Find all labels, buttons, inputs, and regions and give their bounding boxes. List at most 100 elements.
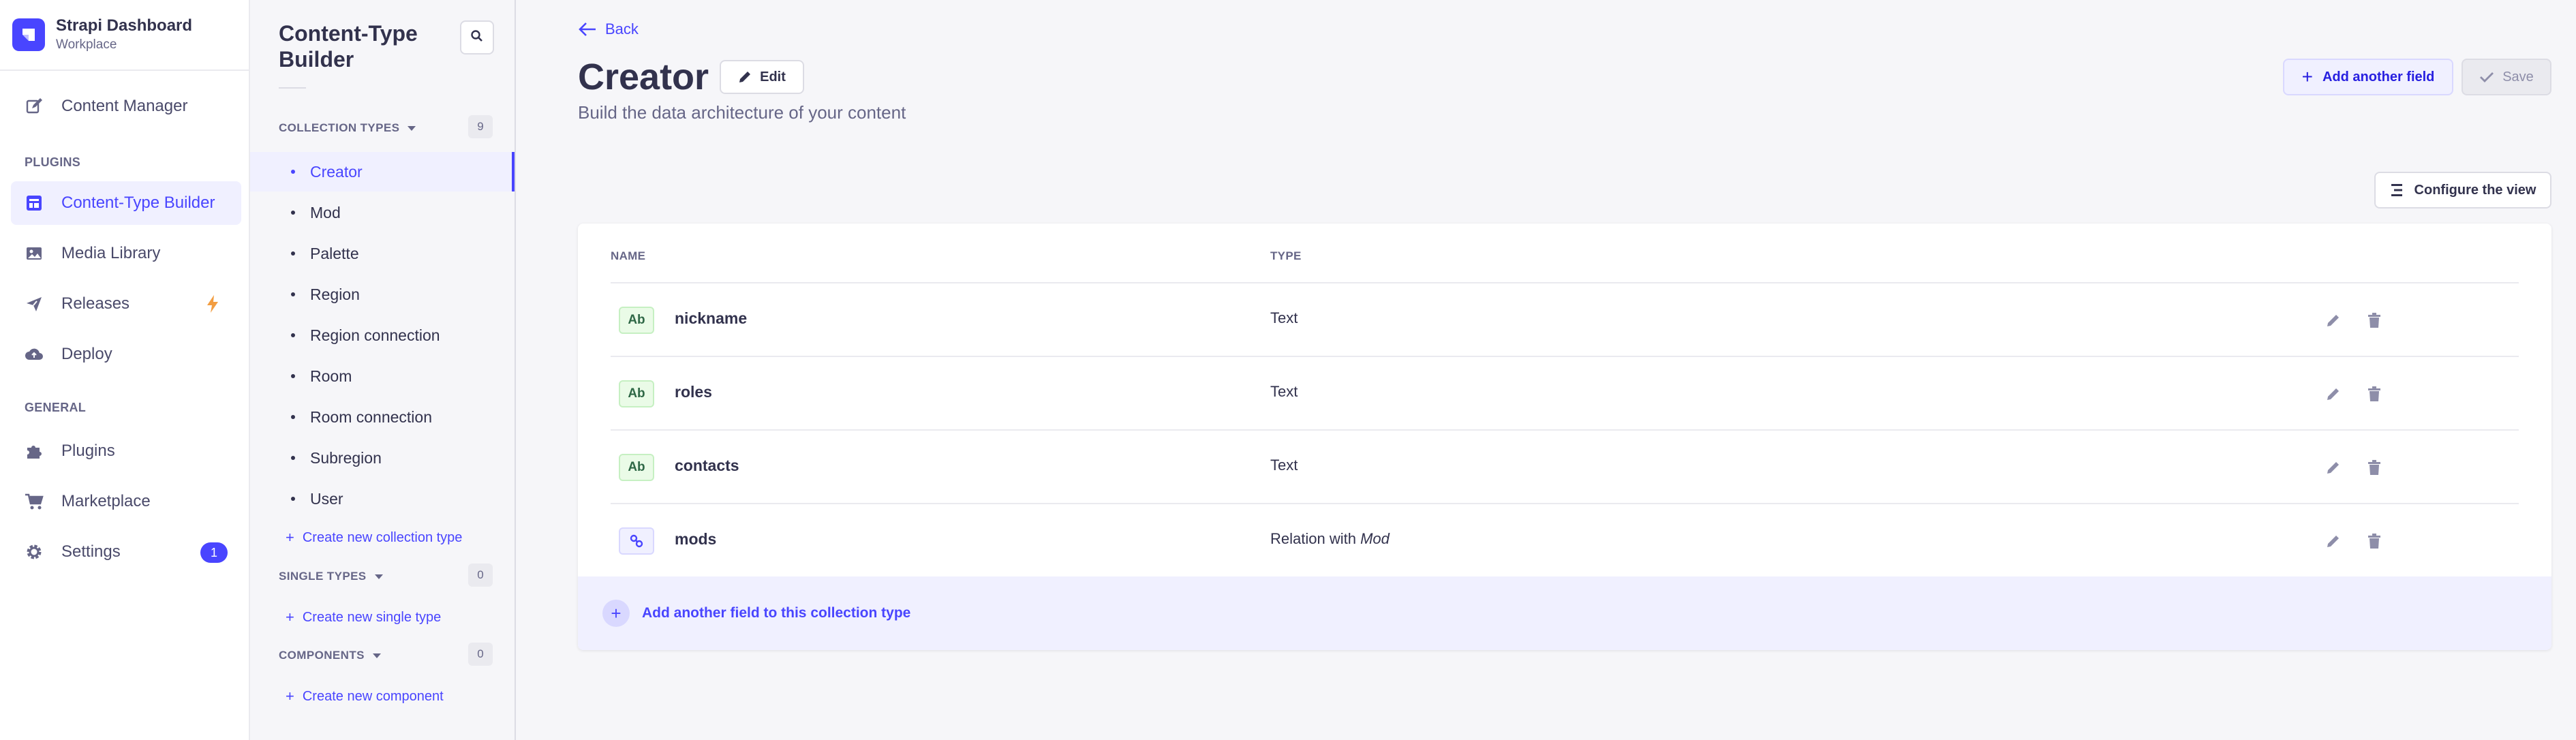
collection-types-toggle[interactable]: COLLECTION TYPES: [279, 121, 416, 135]
save-button[interactable]: Save: [2462, 59, 2551, 95]
back-link[interactable]: Back: [578, 20, 639, 38]
pencil-square-icon: [25, 97, 44, 116]
edit-field-button[interactable]: [2324, 311, 2343, 330]
subnav-item-mod[interactable]: Mod: [250, 193, 515, 232]
delete-field-button[interactable]: [2365, 311, 2384, 330]
strapi-logo-icon: [12, 18, 45, 51]
field-type: Text: [1270, 383, 1298, 401]
cloud-upload-icon: [25, 345, 44, 364]
subnav-item-room[interactable]: Room: [250, 356, 515, 396]
nav-item-media-library[interactable]: Media Library: [11, 232, 241, 275]
nav-item-label: Content Manager: [61, 97, 188, 115]
link-icon: [630, 534, 643, 548]
subnav-item-label: Subregion: [310, 448, 382, 467]
search-icon: [470, 29, 484, 46]
subnav-item-region[interactable]: Region: [250, 275, 515, 314]
nav-item-deploy[interactable]: Deploy: [11, 333, 241, 376]
pencil-icon: [2327, 536, 2339, 547]
nav-item-marketplace[interactable]: Marketplace: [11, 480, 241, 523]
button-label: Configure the view: [2414, 182, 2536, 198]
subnav-item-user[interactable]: User: [250, 479, 515, 519]
subnav-divider: [279, 87, 306, 89]
lightning-icon: [206, 294, 219, 318]
subnav-title: Content-Type Builder: [279, 21, 418, 72]
category-label: COLLECTION TYPES: [279, 121, 400, 134]
plus-icon: +: [286, 608, 294, 626]
page-title: Creator: [578, 57, 709, 97]
category-label: COMPONENTS: [279, 649, 365, 662]
trash-icon: [2368, 460, 2380, 475]
arrow-left-icon: [579, 22, 596, 36]
subnav-item-label: Mod: [310, 203, 341, 221]
nav-item-plugins[interactable]: Plugins: [11, 429, 241, 473]
nav-item-label: Settings: [61, 542, 121, 561]
list-settings-icon: [2391, 184, 2402, 196]
brand-header[interactable]: Strapi Dashboard Workplace: [0, 0, 249, 71]
edit-field-button[interactable]: [2324, 458, 2343, 477]
edit-field-button[interactable]: [2324, 531, 2343, 551]
content-type-subnav: Content-Type Builder COLLECTION TYPES 9 …: [250, 0, 516, 740]
table-row[interactable]: mods Relation with Mod: [611, 503, 2519, 576]
nav-item-content-manager[interactable]: Content Manager: [11, 84, 241, 128]
link-label: Create new component: [302, 688, 444, 704]
field-name: mods: [675, 530, 717, 548]
nav-item-label: Deploy: [61, 345, 112, 363]
subnav-item-room-connection[interactable]: Room connection: [250, 397, 515, 437]
paper-plane-icon: [25, 294, 44, 313]
trash-icon: [2368, 313, 2380, 328]
subnav-item-region-connection[interactable]: Region connection: [250, 315, 515, 355]
column-header-type: TYPE: [1270, 249, 1302, 262]
nav-item-settings[interactable]: Settings 1: [11, 530, 241, 574]
add-field-label: Add another field to this collection typ…: [642, 605, 911, 621]
fields-table: NAME TYPE Ab nickname Text Ab roles Text…: [578, 223, 2551, 650]
table-row[interactable]: Ab roles Text: [611, 356, 2519, 429]
text-type-icon: Ab: [619, 380, 654, 407]
shopping-cart-icon: [25, 492, 44, 511]
subnav-item-label: Palette: [310, 244, 359, 262]
edit-label: Edit: [760, 69, 786, 84]
field-type-label: Text: [1270, 383, 1298, 400]
brand-subtitle: Workplace: [56, 37, 117, 52]
delete-field-button[interactable]: [2365, 458, 2384, 477]
subnav-item-subregion[interactable]: Subregion: [250, 438, 515, 478]
subnav-item-label: Room: [310, 367, 352, 385]
nav-item-label: Marketplace: [61, 492, 151, 510]
field-type-label: Text: [1270, 309, 1298, 326]
table-row[interactable]: Ab nickname Text: [611, 282, 2519, 356]
trash-icon: [2368, 534, 2380, 549]
settings-notification-badge: 1: [200, 542, 228, 563]
add-another-field-button[interactable]: + Add another field: [2283, 59, 2453, 95]
delete-field-button[interactable]: [2365, 384, 2384, 403]
plus-icon: +: [286, 688, 294, 705]
edit-field-button[interactable]: [2324, 384, 2343, 403]
create-collection-type-link[interactable]: + Create new collection type: [286, 529, 462, 546]
subnav-search-button[interactable]: [460, 20, 494, 55]
pencil-icon: [739, 72, 751, 82]
field-type-label: Relation with: [1270, 530, 1356, 547]
delete-field-button[interactable]: [2365, 531, 2384, 551]
nav-item-releases[interactable]: Releases: [11, 282, 241, 326]
pencil-icon: [2327, 315, 2339, 326]
configure-view-button[interactable]: Configure the view: [2374, 172, 2551, 209]
bullet-icon: [291, 251, 295, 256]
check-icon: [2480, 72, 2494, 82]
add-field-to-collection-row[interactable]: + Add another field to this collection t…: [578, 576, 2551, 650]
subnav-item-creator[interactable]: Creator: [250, 152, 515, 191]
bullet-icon: [291, 415, 295, 419]
bullet-icon: [291, 211, 295, 215]
create-single-type-link[interactable]: + Create new single type: [286, 608, 441, 626]
brand-title: Strapi Dashboard: [56, 16, 193, 35]
nav-item-label: Media Library: [61, 244, 161, 262]
nav-item-content-type-builder[interactable]: Content-Type Builder: [11, 181, 241, 225]
bullet-icon: [291, 333, 295, 337]
layout-icon: [25, 194, 44, 213]
nav-item-label: Content-Type Builder: [61, 194, 215, 212]
edit-button[interactable]: Edit: [720, 60, 804, 94]
single-types-toggle[interactable]: SINGLE TYPES: [279, 570, 383, 583]
create-component-link[interactable]: + Create new component: [286, 688, 444, 705]
subnav-item-palette[interactable]: Palette: [250, 234, 515, 273]
components-toggle[interactable]: COMPONENTS: [279, 649, 381, 662]
main-navigation: Strapi Dashboard Workplace Content Manag…: [0, 0, 250, 740]
table-row[interactable]: Ab contacts Text: [611, 429, 2519, 503]
subnav-item-label: Creator: [310, 162, 363, 181]
